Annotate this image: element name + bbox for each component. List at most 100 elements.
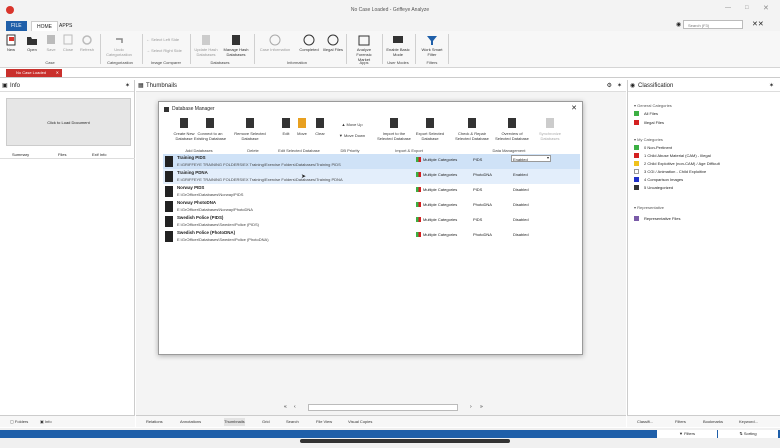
close-button[interactable]: ✕ xyxy=(763,4,769,12)
tab-grid[interactable]: Grid xyxy=(262,418,270,426)
tab-files[interactable]: Files xyxy=(58,152,66,157)
tab-info[interactable]: ▣ Info xyxy=(40,418,52,426)
tab-exif-info[interactable]: Exif Info xyxy=(92,152,106,157)
maximize-button[interactable]: □ xyxy=(745,5,749,11)
general-categories-header[interactable]: ▾ General Categories xyxy=(634,102,672,109)
tab-apps[interactable]: APPS xyxy=(54,21,77,31)
minimize-button[interactable]: — xyxy=(725,5,731,11)
database-icon xyxy=(165,231,173,242)
close-search-icon[interactable]: ✕✕ xyxy=(752,20,764,28)
synchronize-button[interactable]: Synchronize Databases xyxy=(533,117,567,141)
clear-icon xyxy=(316,118,324,128)
category-item[interactable]: 2 Child Exploitive (non-CAM) / Age Diffi… xyxy=(634,160,720,167)
ribbon-separator xyxy=(382,34,383,64)
category-item[interactable]: 5 Uncategorized xyxy=(634,184,673,191)
select-right-side-button[interactable]: → Select Right Side xyxy=(146,48,190,53)
status-filters[interactable]: ▼ Filters xyxy=(657,430,717,438)
first-page-icon[interactable]: « xyxy=(284,404,287,410)
dialog-close-button[interactable]: ✕ xyxy=(571,104,577,112)
document-preview[interactable]: Click to Load Document xyxy=(6,98,131,146)
category-item[interactable]: 3 CGI / Animation - Child Exploitive xyxy=(634,168,706,175)
tab-file[interactable]: FILE xyxy=(6,21,27,31)
scrollbar[interactable] xyxy=(300,439,510,443)
search-input[interactable]: Search (F3) xyxy=(688,23,709,28)
category-all-files[interactable]: All Files xyxy=(634,110,658,117)
move-up-button[interactable]: ▲ Move Up xyxy=(335,122,369,127)
settings-icon[interactable]: ⚙ xyxy=(607,80,612,92)
tab-annotations[interactable]: Annotations xyxy=(180,418,201,426)
tab-thumbnails[interactable]: Thumbnails xyxy=(224,418,245,426)
pin-icon[interactable]: ✶ xyxy=(617,80,622,92)
pin-icon[interactable]: ✶ xyxy=(125,80,130,92)
category-item[interactable]: 0 Non-Pertinent xyxy=(634,144,672,151)
add-icon xyxy=(180,118,188,128)
prev-page-icon[interactable]: ‹ xyxy=(294,404,296,410)
select-left-side-button[interactable]: ← Select Left Side xyxy=(146,37,190,42)
category-label: 0 Non-Pertinent xyxy=(644,145,673,150)
close-tab-icon[interactable]: ✕ xyxy=(56,69,59,77)
tab-summary[interactable]: Summary xyxy=(12,152,29,157)
completed-button[interactable]: Completed xyxy=(297,34,321,52)
last-page-icon[interactable]: » xyxy=(480,404,483,410)
next-page-icon[interactable]: › xyxy=(470,404,472,410)
clear-button[interactable]: Clear xyxy=(311,117,329,136)
database-row[interactable]: Norway PIDS E:\GrOfficer\Databases\Norway… xyxy=(163,184,580,199)
database-row[interactable]: Swedish Police (PIDS) E:\GrOfficer\Databa… xyxy=(163,214,580,229)
pin-icon[interactable]: ✶ xyxy=(769,80,774,92)
database-row[interactable]: Norway PhotoDNA E:\GrOfficer\Databases\No… xyxy=(163,199,580,214)
database-row[interactable]: ▾ Training PIDS E:\GRIFFEYE TRAINING FOLDE… xyxy=(163,154,580,169)
row-name: Norway PIDS xyxy=(177,185,205,190)
row-status[interactable]: Enabled xyxy=(513,157,528,162)
classification-title: Classification xyxy=(638,83,674,89)
close-case-button[interactable]: Close xyxy=(61,34,75,52)
manage-hash-button[interactable]: Manage Hash Databases xyxy=(222,34,250,57)
ribbon-separator xyxy=(346,34,347,64)
ribbon-separator xyxy=(190,34,191,64)
category-item[interactable]: 1 Child Abuse Material (CAM) - Illegal xyxy=(634,152,711,159)
tab-visual-copies[interactable]: Visual Copies xyxy=(348,418,372,426)
save-button[interactable]: Save xyxy=(44,34,58,52)
open-button[interactable]: Open xyxy=(24,34,40,52)
remove-selected-database-button[interactable]: Remove Selected Database xyxy=(233,117,267,141)
case-tab[interactable]: No Case Loaded ✕ xyxy=(6,69,62,77)
tab-relations[interactable]: Relations xyxy=(146,418,163,426)
illegal-files-button[interactable]: Illegal Files xyxy=(323,34,343,52)
chevron-down-icon[interactable]: ▾ xyxy=(547,155,549,160)
tab-bookmarks[interactable]: Bookmarks xyxy=(703,418,723,426)
check-repair-button[interactable]: Check & Repair Selected Database xyxy=(455,117,489,141)
category-illegal-files[interactable]: Illegal Files xyxy=(634,119,664,126)
tab-search[interactable]: Search xyxy=(286,418,299,426)
connect-existing-database-button[interactable]: Connect to an Existing Database xyxy=(193,117,227,141)
overview-button[interactable]: Overview of Selected Database xyxy=(495,117,529,141)
enable-basic-mode-button[interactable]: Enable Basic Mode xyxy=(386,34,410,57)
row-type: PhotoDNA xyxy=(473,232,492,237)
category-representative-files[interactable]: Representative Files xyxy=(634,215,680,222)
tab-classification[interactable]: Classifi... xyxy=(637,418,653,426)
representative-header[interactable]: ▾ Representative xyxy=(634,204,664,211)
tab-keywords[interactable]: Keyword... xyxy=(739,418,758,426)
tab-file-view[interactable]: File View xyxy=(316,418,332,426)
database-row[interactable]: Swedish Police (PhotoDNA) E:\GrOfficer\Da… xyxy=(163,229,580,244)
row-path: E:\GrOfficer\Databases\Sweden\Police (PI… xyxy=(177,222,259,227)
export-button[interactable]: Export Selected Database xyxy=(413,117,447,141)
move-button[interactable]: Move xyxy=(293,117,311,136)
new-button[interactable]: New xyxy=(4,34,18,52)
search-field[interactable]: Search (F3) xyxy=(683,20,743,29)
tab-filters[interactable]: Filters xyxy=(675,418,686,426)
move-down-button[interactable]: ▼ Move Down xyxy=(335,133,369,138)
analyze-forensic-market-button[interactable]: Analyze Forensic Market xyxy=(350,34,378,62)
database-icon xyxy=(206,118,214,128)
category-item[interactable]: 4 Comparison Images xyxy=(634,176,683,183)
import-button[interactable]: Import to the Selected Database xyxy=(377,117,411,141)
refresh-button[interactable]: Refresh xyxy=(78,34,96,52)
my-categories-header[interactable]: ▾ My Categories xyxy=(634,136,663,143)
page-slider[interactable] xyxy=(308,404,458,411)
status-sorting[interactable]: ⇅ Sorting xyxy=(718,430,778,438)
update-hash-button[interactable]: Update Hash Databases xyxy=(193,34,219,57)
database-row[interactable]: Training PDNA E:\GRIFFEYE TRAINING FOLDER… xyxy=(163,169,580,184)
tab-folders[interactable]: ▢ Folders xyxy=(10,418,28,426)
case-information-button[interactable]: Case Information xyxy=(258,34,292,52)
work-smart-filter-button[interactable]: Work Smart Filter xyxy=(420,34,444,57)
info-pane-header: ▣ Info ✶ xyxy=(0,80,134,92)
undo-categorization-button[interactable]: Undo Categorization xyxy=(104,34,134,57)
